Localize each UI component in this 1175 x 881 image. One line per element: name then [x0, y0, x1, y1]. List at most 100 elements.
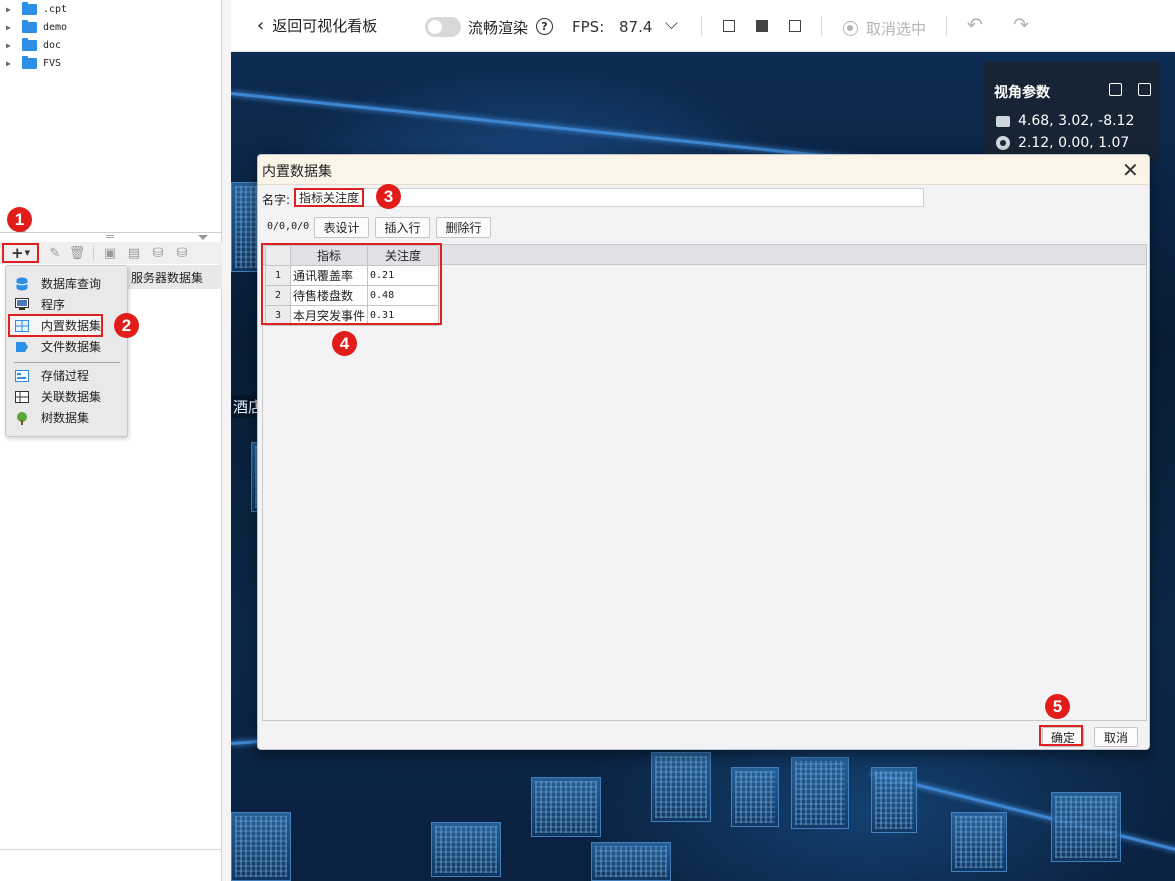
table-cell[interactable]: 待售楼盘数	[289, 285, 369, 306]
dropdown-caret-icon: ▼	[24, 249, 30, 257]
add-dataset-button[interactable]: + ▼	[2, 243, 39, 263]
tree-dataset-icon	[14, 410, 29, 425]
chevron-left-icon: ‹	[257, 14, 265, 36]
table-cell[interactable]: 0.48	[367, 285, 440, 306]
ok-button[interactable]: 确定	[1042, 727, 1084, 747]
tree-item-doc[interactable]: ▶ doc	[6, 37, 61, 54]
tree-item-cpt[interactable]: ▶ .cpt	[6, 1, 67, 18]
table-cell[interactable]: 本月突发事件	[289, 305, 369, 326]
panel-splitter[interactable]	[0, 227, 222, 242]
menu-item-program[interactable]: 程序	[10, 295, 65, 314]
cube-front-view-icon[interactable]	[723, 20, 735, 32]
menu-item-db-query[interactable]: 数据库查询	[10, 274, 101, 293]
stored-procedure-icon	[14, 368, 29, 383]
menu-item-label: 内置数据集	[41, 319, 102, 333]
table-row: 2 待售楼盘数 0.48	[265, 285, 440, 306]
menu-item-label: 存储过程	[41, 369, 90, 383]
preview-icon[interactable]: ▣	[102, 245, 118, 261]
dialog-titlebar[interactable]: 内置数据集 ✕	[258, 155, 1149, 185]
toolbar-divider	[701, 16, 702, 36]
view-params-title: 视角参数	[994, 85, 1050, 101]
target-position-row: 2.12, 0.00, 1.07	[996, 135, 1129, 151]
database-refresh-icon[interactable]: ⛁	[174, 245, 190, 261]
close-icon[interactable]: ✕	[1122, 158, 1139, 182]
delete-icon[interactable]: 🗑	[69, 245, 86, 261]
menu-item-stored-procedure[interactable]: 存储过程	[10, 366, 89, 385]
add-dataset-menu: 数据库查询 程序 内置数据集 文件数据集 存储过程 关联数据集 树数据集	[5, 265, 128, 437]
builtin-dataset-icon	[14, 318, 29, 333]
menu-item-join-dataset[interactable]: 关联数据集	[10, 387, 101, 406]
scene-building	[431, 822, 501, 877]
scene-building	[1051, 792, 1121, 862]
menu-item-tree-dataset[interactable]: 树数据集	[10, 408, 89, 427]
scene-building	[531, 777, 601, 837]
expand-arrow-icon[interactable]: ▶	[6, 23, 16, 32]
dataset-grid: 指标 关注度 1 通讯覆盖率 0.21 2 待售楼盘数 0.48 3 本月突发事…	[262, 244, 1147, 721]
database-icon	[14, 276, 29, 291]
view-params-panel: 视角参数 4.68, 3.02, -8.12 2.12, 0.00, 1.07	[984, 62, 1160, 162]
help-icon[interactable]: ?	[536, 18, 553, 35]
cube-solid-view-icon[interactable]	[756, 20, 768, 32]
toolbar-divider	[821, 16, 822, 36]
collapse-down-icon[interactable]	[198, 235, 208, 240]
database-settings-icon[interactable]: ⛁	[150, 245, 166, 261]
paste-icon[interactable]	[1138, 83, 1151, 96]
table-cell[interactable]: 0.21	[367, 265, 440, 286]
menu-item-label: 程序	[41, 298, 66, 312]
cancel-button[interactable]: 取消	[1094, 727, 1138, 747]
table-cell[interactable]: 0.31	[367, 305, 440, 326]
toggle-knob	[428, 20, 442, 34]
eye-icon	[996, 136, 1010, 150]
table-design-button[interactable]: 表设计	[314, 217, 369, 238]
table-header-row: 指标 关注度	[265, 245, 440, 266]
menu-item-label: 关联数据集	[41, 390, 102, 404]
server-dataset-header[interactable]: 服务器数据集	[128, 265, 222, 289]
back-to-dashboard-button[interactable]: ‹ 返回可视化看板	[257, 15, 377, 36]
redo-icon[interactable]: ↷	[1013, 14, 1029, 36]
smooth-render-toggle[interactable]	[425, 17, 461, 37]
toolbar-divider	[93, 246, 94, 260]
join-dataset-icon	[14, 389, 29, 404]
cube-side-view-icon[interactable]	[789, 20, 801, 32]
name-label: 名字:	[262, 193, 291, 207]
expand-arrow-icon[interactable]: ▶	[6, 59, 16, 68]
cancel-select-label: 取消选中	[866, 20, 927, 38]
insert-row-button[interactable]: 插入行	[375, 217, 430, 238]
step-badge-2: 2	[114, 313, 139, 338]
menu-item-label: 文件数据集	[41, 340, 102, 354]
menu-item-file-dataset[interactable]: 文件数据集	[10, 337, 101, 356]
cancel-selection-button[interactable]: 取消选中	[843, 18, 926, 39]
fps-label: FPS:	[572, 18, 605, 36]
corner-cell[interactable]	[265, 245, 291, 266]
menu-separator	[14, 362, 120, 363]
copy-icon[interactable]	[1109, 83, 1122, 96]
tree-item-label: .cpt	[43, 4, 68, 15]
chevron-down-icon[interactable]: ⌵	[665, 14, 678, 34]
designer-left-panel: ▶ .cpt ▶ demo ▶ doc ▶ FVS + ▼ ✎ 🗑 ▣ ▤ ⛁ …	[0, 0, 222, 881]
scene-building	[871, 767, 917, 833]
row-number[interactable]: 2	[265, 285, 291, 306]
panel-divider	[0, 849, 222, 850]
expand-arrow-icon[interactable]: ▶	[6, 5, 16, 14]
table-cell[interactable]: 通讯覆盖率	[289, 265, 369, 286]
file-tree: ▶ .cpt ▶ demo ▶ doc ▶ FVS	[0, 0, 222, 232]
splitter-grip-icon[interactable]	[106, 235, 114, 238]
row-number[interactable]: 3	[265, 305, 291, 326]
column-header[interactable]: 关注度	[367, 245, 440, 266]
delete-row-button[interactable]: 删除行	[436, 217, 491, 238]
tree-item-fvs[interactable]: ▶ FVS	[6, 55, 61, 72]
scene-building	[231, 812, 291, 881]
menu-item-builtin-dataset[interactable]: 内置数据集	[7, 314, 104, 337]
tree-item-label: FVS	[43, 58, 62, 69]
tree-item-demo[interactable]: ▶ demo	[6, 19, 67, 36]
parameter-icon[interactable]: ▤	[126, 245, 142, 261]
camera-icon	[996, 115, 1010, 127]
undo-icon[interactable]: ↶	[967, 14, 983, 36]
edit-icon[interactable]: ✎	[47, 245, 63, 261]
scene-building	[731, 767, 779, 827]
column-header[interactable]: 指标	[289, 245, 369, 266]
name-input-value[interactable]: 指标关注度	[294, 188, 365, 207]
row-number[interactable]: 1	[265, 265, 291, 286]
scene-building	[591, 842, 671, 881]
expand-arrow-icon[interactable]: ▶	[6, 41, 16, 50]
